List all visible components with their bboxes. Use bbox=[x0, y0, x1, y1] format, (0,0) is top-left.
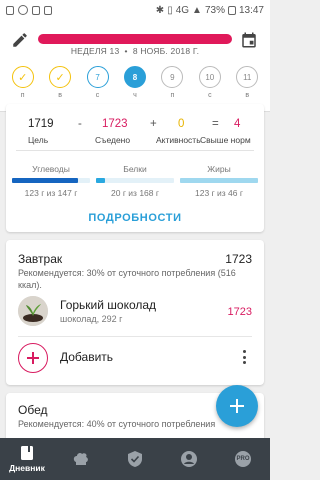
tablet-icon bbox=[6, 5, 14, 15]
equals-sign: = bbox=[212, 118, 219, 130]
day-label: ч bbox=[133, 92, 137, 99]
breakfast-kcal: 1723 bbox=[225, 252, 252, 266]
header: НЕДЕЛЯ 13 • 8 НОЯБ. 2018 Г. ✓ п ✓ в 7 с … bbox=[0, 20, 270, 112]
week-separator: • bbox=[124, 46, 128, 56]
day-label: в bbox=[245, 92, 250, 99]
day-circle[interactable]: 7 bbox=[86, 66, 109, 88]
day-item[interactable]: ✓ в bbox=[43, 66, 77, 99]
day-circle[interactable]: 11 bbox=[236, 66, 259, 88]
phone-icon bbox=[18, 5, 28, 15]
day-circle[interactable]: 8 bbox=[123, 66, 146, 88]
chef-hat-icon bbox=[73, 452, 88, 465]
day-item[interactable]: 7 с bbox=[81, 66, 115, 99]
bottom-navigation: Дневник PRO bbox=[0, 438, 270, 480]
breakfast-divider bbox=[18, 336, 252, 337]
food-thumbnail[interactable] bbox=[18, 296, 48, 326]
day-label: с bbox=[208, 92, 212, 99]
day-circle[interactable]: 10 bbox=[198, 66, 221, 88]
day-label: в bbox=[58, 92, 62, 99]
day-label: п bbox=[170, 92, 175, 99]
protein-label: Белки bbox=[123, 164, 147, 174]
carbs-label: Углеводы bbox=[32, 164, 70, 174]
fat-value: 123 г из 46 г bbox=[195, 188, 243, 198]
vibrate-icon: ▯ bbox=[167, 4, 173, 16]
food-name[interactable]: Горький шоколад bbox=[60, 298, 156, 312]
activity-value: 0 bbox=[178, 118, 185, 130]
status-bar: ✱ ▯ 4G ▲ 73% 13:47 bbox=[0, 0, 270, 20]
date-label: 8 НОЯБ. 2018 Г. bbox=[132, 46, 200, 56]
day-circle[interactable]: ✓ bbox=[11, 66, 34, 88]
plus-sign: + bbox=[150, 118, 157, 130]
carbs-progress-bar bbox=[12, 178, 90, 183]
nav-diary-label: Дневник bbox=[9, 463, 45, 473]
eaten-value: 1723 bbox=[102, 118, 128, 130]
day-item[interactable]: 10 с bbox=[193, 66, 227, 99]
battery-label: 73% bbox=[204, 4, 225, 16]
food-portion: шоколад, 292 г bbox=[60, 314, 123, 324]
summary-divider bbox=[16, 150, 254, 151]
food-kcal: 1723 bbox=[227, 306, 252, 318]
day-label: п bbox=[20, 92, 25, 99]
goal-value: 1719 bbox=[28, 118, 54, 130]
add-fab-button[interactable] bbox=[216, 385, 258, 427]
nav-plans[interactable] bbox=[108, 438, 162, 480]
day-circle[interactable]: 9 bbox=[161, 66, 184, 88]
week-label: НЕДЕЛЯ 13 bbox=[70, 46, 120, 56]
fat-progress-bar bbox=[180, 178, 258, 183]
battery-icon bbox=[227, 5, 236, 15]
eaten-label: Съедено bbox=[95, 135, 131, 145]
day-item[interactable]: ✓ п bbox=[6, 66, 40, 99]
over-value: 4 bbox=[234, 118, 241, 130]
chocolate-plant-icon bbox=[18, 296, 48, 326]
add-food-label[interactable]: Добавить bbox=[60, 350, 113, 364]
day-label: с bbox=[95, 92, 100, 99]
bluetooth-icon: ✱ bbox=[155, 4, 165, 16]
week-date-line: НЕДЕЛЯ 13 • 8 НОЯБ. 2018 Г. bbox=[0, 46, 270, 56]
more-options-icon[interactable] bbox=[242, 350, 246, 364]
over-label: Свыше норм bbox=[200, 135, 251, 145]
clock-label: 13:47 bbox=[238, 4, 264, 16]
nav-pro[interactable]: PRO bbox=[216, 438, 270, 480]
profile-icon bbox=[181, 451, 197, 467]
day-selector: ✓ п ✓ в 7 с 8 ч 9 п 10 с 11 в bbox=[0, 66, 270, 99]
activity-label: Активность bbox=[156, 135, 201, 145]
folder-icon bbox=[32, 5, 40, 15]
breakfast-card: Завтрак 1723 Рекомендуется: 30% от суточ… bbox=[6, 240, 264, 385]
nav-diary[interactable]: Дневник bbox=[0, 438, 54, 480]
carbs-value: 123 г из 147 г bbox=[24, 188, 78, 198]
add-food-button[interactable] bbox=[18, 343, 48, 373]
day-item-selected[interactable]: 8 ч bbox=[118, 66, 152, 99]
breakfast-recommendation: Рекомендуется: 30% от суточного потребле… bbox=[18, 268, 236, 290]
day-item[interactable]: 11 в bbox=[230, 66, 264, 99]
carbs-progress-fill bbox=[12, 178, 78, 183]
signal-icon: ▲ bbox=[192, 4, 202, 16]
lunch-title: Обед bbox=[18, 403, 48, 417]
date-progress-bar[interactable] bbox=[38, 34, 232, 44]
fat-progress-fill bbox=[180, 178, 258, 183]
diary-icon bbox=[21, 446, 33, 460]
protein-progress-fill bbox=[96, 178, 106, 183]
details-button[interactable]: ПОДРОБНОСТИ bbox=[6, 212, 264, 224]
fat-label: Жиры bbox=[207, 164, 231, 174]
calorie-summary-card: 1719 Цель - 1723 Съедено + 0 Активность … bbox=[6, 104, 264, 232]
minus-sign: - bbox=[78, 118, 82, 130]
day-circle[interactable]: ✓ bbox=[49, 66, 72, 88]
nav-recipes[interactable] bbox=[54, 438, 108, 480]
protein-progress-bar bbox=[96, 178, 174, 183]
goal-label: Цель bbox=[28, 135, 49, 145]
notification-icon bbox=[44, 5, 52, 15]
nav-profile[interactable] bbox=[162, 438, 216, 480]
breakfast-title: Завтрак bbox=[18, 252, 63, 266]
shield-check-icon bbox=[128, 451, 142, 467]
protein-value: 20 г из 168 г bbox=[111, 188, 159, 198]
pro-badge-icon: PRO bbox=[235, 451, 251, 467]
day-item[interactable]: 9 п bbox=[155, 66, 189, 99]
network-label: 4G bbox=[175, 4, 190, 16]
